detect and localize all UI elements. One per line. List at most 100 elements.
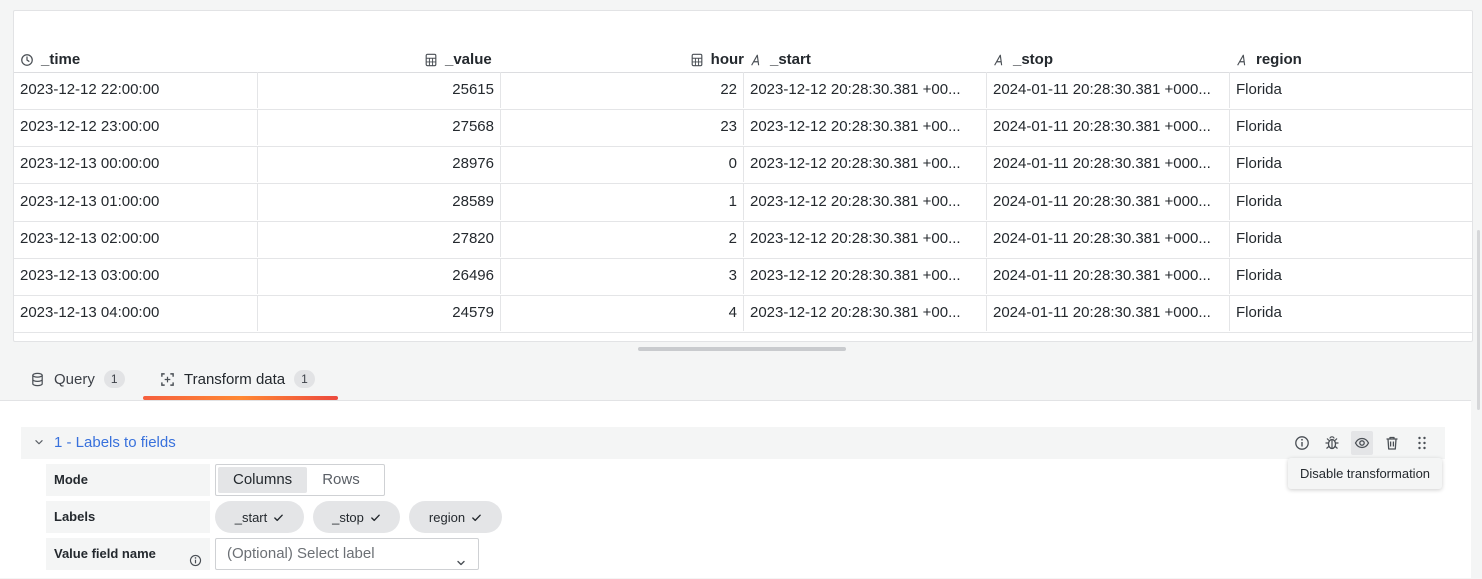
table-row[interactable]: 2023-12-13 01:00:00 28589 1 2023-12-12 20:2… (14, 183, 1472, 222)
cell-hour: 22 (500, 72, 743, 108)
calculator-icon (424, 53, 438, 67)
table-row[interactable]: 2023-12-12 22:00:00 25615 22 2023-12-12 20:… (14, 72, 1472, 110)
column-header-start[interactable]: _start (749, 47, 949, 72)
cell-hour: 4 (500, 295, 743, 332)
tab-query[interactable]: Query 1 (30, 360, 125, 398)
cell-start: 2023-12-12 20:28:30.381 +00... (743, 220, 986, 257)
cell-hour: 23 (500, 109, 743, 146)
cell-time: 2023-12-13 00:00:00 (20, 155, 160, 173)
cell-region: Florida (1229, 109, 1472, 146)
transform-panel: 1 - Labels to fields Mode Columns Rows L… (0, 400, 1471, 578)
table-panel: _time _value hour _start _stop region 20… (13, 10, 1473, 342)
table-row[interactable]: 2023-12-13 00:00:00 28976 0 2023-12-12 20:2… (14, 146, 1472, 185)
table-header: _time _value hour _start _stop region (14, 47, 1472, 73)
cell-region: Florida (1229, 146, 1472, 183)
info-icon[interactable] (189, 547, 202, 567)
label-chip-region[interactable]: region (409, 501, 502, 533)
transformation-actions (1291, 431, 1433, 455)
mode-radio-group: Columns Rows (215, 464, 385, 496)
bug-icon[interactable] (1321, 431, 1343, 455)
cell-stop: 2024-01-11 20:28:30.381 +000... (986, 183, 1229, 220)
chevron-down-icon (456, 549, 466, 566)
chip-label: region (428, 509, 466, 525)
cell-hour: 3 (500, 258, 743, 294)
value-field-row: Value field name (Optional) Select label (46, 538, 486, 570)
transformation-header[interactable]: 1 - Labels to fields (21, 427, 1445, 459)
cell-hour: 0 (500, 146, 743, 183)
tab-count-badge: 1 (103, 370, 125, 388)
column-header-hour[interactable]: hour (678, 47, 744, 72)
labels-label: Labels (46, 501, 210, 533)
cell-value: 28589 (257, 183, 500, 220)
cell-value: 28976 (257, 146, 500, 183)
tab-label: Query (54, 370, 95, 388)
table-row[interactable]: 2023-12-13 02:00:00 27820 2 2023-12-12 20:2… (14, 220, 1472, 259)
cell-value: 24579 (257, 295, 500, 332)
column-header-label: _value (445, 51, 492, 68)
select-placeholder: (Optional) Select label (227, 545, 375, 562)
value-field-select[interactable]: (Optional) Select label (215, 538, 479, 570)
chevron-down-icon[interactable] (32, 435, 46, 449)
cell-region: Florida (1229, 220, 1472, 257)
cell-hour: 2 (500, 220, 743, 257)
column-header-label: region (1256, 51, 1302, 68)
column-header-region[interactable]: region (1235, 47, 1435, 72)
check-icon (370, 512, 381, 523)
mode-option-rows[interactable]: Rows (307, 467, 375, 493)
mode-option-columns[interactable]: Columns (218, 467, 308, 493)
tab-count-badge: 1 (294, 370, 315, 388)
string-type-icon (992, 53, 1006, 67)
cell-time: 2023-12-12 22:00:00 (20, 81, 160, 98)
label-chip-stop[interactable]: _stop (313, 501, 400, 533)
cell-time: 2023-12-12 23:00:00 (20, 118, 160, 136)
cell-value: 27568 (257, 109, 500, 146)
check-icon (273, 512, 284, 523)
database-icon (30, 372, 45, 387)
drag-handle-icon[interactable] (1411, 431, 1433, 455)
cell-stop: 2024-01-11 20:28:30.381 +000... (986, 72, 1229, 108)
cell-time: 2023-12-13 02:00:00 (20, 229, 160, 247)
transformation-title[interactable]: 1 - Labels to fields (54, 427, 176, 459)
string-type-icon (749, 53, 763, 67)
calculator-icon (690, 53, 704, 67)
cell-stop: 2024-01-11 20:28:30.381 +000... (986, 146, 1229, 183)
cell-stop: 2024-01-11 20:28:30.381 +000... (986, 220, 1229, 257)
labels-row: Labels _start _stop region (46, 501, 516, 533)
trash-icon[interactable] (1381, 431, 1403, 455)
cell-time: 2023-12-13 03:00:00 (20, 267, 160, 284)
cell-start: 2023-12-12 20:28:30.381 +00... (743, 258, 986, 294)
cell-hour: 1 (500, 183, 743, 220)
label-chip-start[interactable]: _start (215, 501, 304, 533)
clock-icon (20, 53, 34, 67)
cell-start: 2023-12-12 20:28:30.381 +00... (743, 146, 986, 183)
table-row[interactable]: 2023-12-12 23:00:00 27568 23 2023-12-12 20:… (14, 109, 1472, 148)
column-header-label: _start (770, 51, 811, 68)
chip-label: _start (234, 509, 268, 525)
horizontal-scrollbar[interactable] (638, 347, 846, 351)
cell-start: 2023-12-12 20:28:30.381 +00... (743, 109, 986, 146)
table-row[interactable]: 2023-12-13 03:00:00 26496 3 2023-12-12 20:2… (14, 258, 1472, 296)
cell-time: 2023-12-13 01:00:00 (20, 192, 160, 210)
editor-tabs: Query 1 Transform data 1 (0, 360, 1482, 400)
cell-stop: 2024-01-11 20:28:30.381 +000... (986, 109, 1229, 146)
table-row[interactable]: 2023-12-13 04:00:00 24579 4 2023-12-12 20:2… (14, 295, 1472, 334)
value-field-label-text: Value field name (54, 546, 156, 561)
tab-transform-data[interactable]: Transform data 1 (160, 360, 315, 398)
info-icon[interactable] (1291, 431, 1313, 455)
cell-start: 2023-12-12 20:28:30.381 +00... (743, 295, 986, 332)
column-header-stop[interactable]: _stop (992, 47, 1192, 72)
cell-region: Florida (1229, 258, 1472, 294)
column-header-label: _stop (1013, 51, 1054, 68)
cell-stop: 2024-01-11 20:28:30.381 +000... (986, 258, 1229, 294)
column-header-value[interactable]: _value (424, 47, 624, 72)
column-header-time[interactable]: _time (20, 47, 220, 72)
cell-region: Florida (1229, 183, 1472, 220)
column-header-label: hour (710, 51, 744, 68)
cell-region: Florida (1229, 295, 1472, 332)
cell-value: 25615 (257, 72, 500, 108)
eye-icon[interactable] (1351, 431, 1373, 455)
column-header-label: _time (41, 51, 81, 68)
cell-stop: 2024-01-11 20:28:30.381 +000... (986, 295, 1229, 332)
value-field-label: Value field name (46, 538, 210, 570)
cell-value: 26496 (257, 258, 500, 294)
